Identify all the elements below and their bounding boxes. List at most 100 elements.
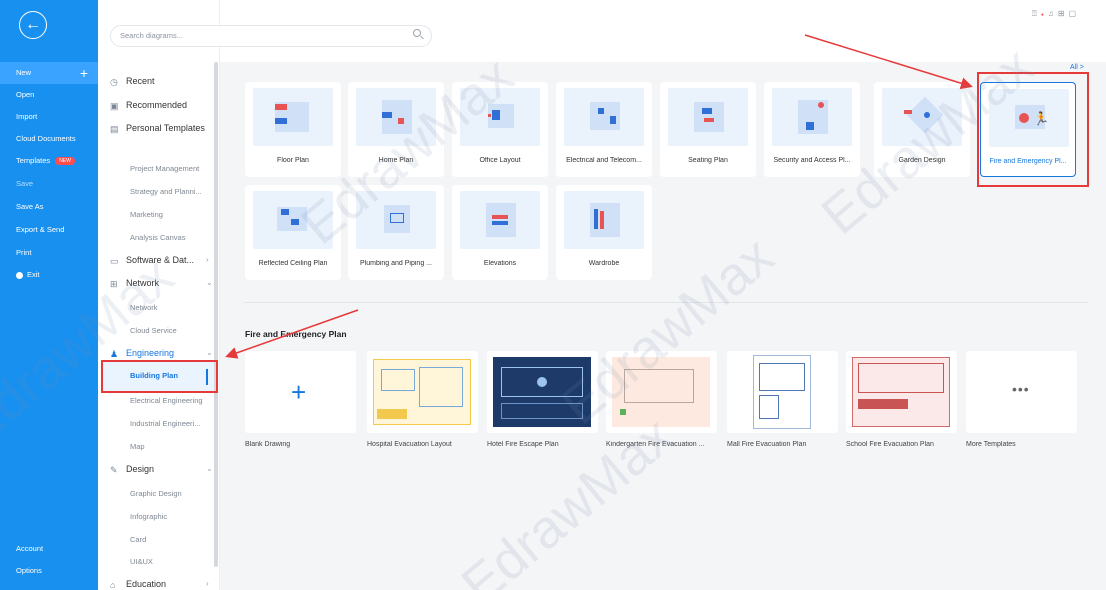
- template-card-label[interactable]: Hotel Fire Escape Plan: [487, 441, 598, 448]
- diagram-type-label: Seating Plan: [688, 157, 728, 164]
- template-card[interactable]: [487, 351, 598, 433]
- back-button[interactable]: ←: [19, 11, 47, 39]
- template-card-label[interactable]: School Fire Evacuation Plan: [846, 441, 957, 448]
- software-icon: ▭: [110, 256, 119, 266]
- bell-icon[interactable]: ♫: [1048, 9, 1058, 18]
- diagram-thumbnail: [356, 191, 436, 249]
- menu-save[interactable]: Save: [0, 173, 98, 195]
- menu-templates[interactable]: Templates NEW: [0, 150, 98, 172]
- chevron-down-icon: ⌄: [206, 348, 213, 357]
- menu-exit-label: Exit: [27, 270, 40, 279]
- menu-export-send[interactable]: Export & Send: [0, 219, 98, 241]
- diagram-type-tile[interactable]: Security and Access Pl...: [764, 82, 860, 177]
- app-window: ← New + Open Import Cloud Documents Templ…: [0, 0, 1106, 590]
- template-card-label[interactable]: Blank Drawing: [245, 441, 356, 448]
- search-icon[interactable]: [413, 29, 421, 37]
- menu-cloud-documents[interactable]: Cloud Documents: [0, 128, 98, 150]
- template-card[interactable]: [727, 351, 838, 433]
- cat-personal-templates[interactable]: ▤ Personal Templates: [110, 123, 205, 134]
- cat-software[interactable]: ▭ Software & Dat... ›: [110, 255, 209, 266]
- sub-uiux[interactable]: UI&UX: [130, 557, 153, 566]
- diagram-thumbnail: [253, 88, 333, 146]
- chevron-right-icon: ›: [206, 579, 209, 588]
- diagram-thumbnail: [564, 88, 644, 146]
- sub-graphic-design[interactable]: Graphic Design: [130, 489, 182, 498]
- help-icon[interactable]: ⍰: [1032, 9, 1041, 18]
- cat-network[interactable]: ⊞ Network ⌄: [110, 278, 213, 289]
- template-card-label[interactable]: Kindergarten Fire Evacuation ...: [606, 441, 717, 448]
- cat-personal-label: Personal Templates: [126, 123, 205, 133]
- diagram-type-tile[interactable]: Floor Plan: [245, 82, 341, 177]
- chevron-right-icon: ›: [206, 255, 209, 264]
- panel-scrollbar[interactable]: [214, 62, 218, 567]
- annotation-box-building-plan: [101, 360, 218, 393]
- apps-icon[interactable]: ⊞: [1058, 9, 1069, 18]
- sub-electrical-engineering[interactable]: Electrical Engineering: [130, 396, 203, 405]
- diagram-type-tile[interactable]: Wardrobe: [556, 185, 652, 280]
- diagram-type-tile[interactable]: Office Layout: [452, 82, 548, 177]
- all-templates-link[interactable]: All >: [1070, 64, 1084, 71]
- template-card[interactable]: [846, 351, 957, 433]
- template-card[interactable]: [606, 351, 717, 433]
- cat-recommended[interactable]: ▣ Recommended: [110, 100, 187, 111]
- sub-cloud-service[interactable]: Cloud Service: [130, 326, 177, 335]
- diagram-type-label: Wardrobe: [588, 260, 620, 267]
- search-input[interactable]: Search diagrams...: [110, 25, 432, 47]
- template-card-label[interactable]: Mall Fire Evacuation Plan: [727, 441, 838, 448]
- menu-open[interactable]: Open: [0, 84, 98, 106]
- diagram-thumbnail: [882, 88, 962, 146]
- menu-account[interactable]: Account: [0, 538, 98, 560]
- cat-engineering-label: Engineering: [126, 348, 175, 358]
- diagram-type-tile[interactable]: Garden Design: [874, 82, 970, 177]
- menu-print[interactable]: Print: [0, 242, 98, 264]
- category-panel: Search diagrams... ◷ Recent ▣ Recommended …: [98, 0, 432, 590]
- diagram-type-label: Elevations: [483, 260, 517, 267]
- sub-project-management[interactable]: Project Management: [130, 164, 199, 173]
- cat-design-label: Design: [126, 464, 155, 474]
- diagram-type-tile[interactable]: Elevations: [452, 185, 548, 280]
- cat-recent[interactable]: ◷ Recent: [110, 76, 155, 87]
- menu-new-label: New: [16, 68, 32, 77]
- template-card[interactable]: [367, 351, 478, 433]
- notification-dot: ●: [1040, 12, 1048, 18]
- cat-recent-label: Recent: [126, 76, 155, 86]
- clock-icon: ◷: [110, 77, 118, 87]
- diagram-thumbnail: [460, 88, 540, 146]
- template-card-label[interactable]: Hospital Evacuation Layout: [367, 441, 478, 448]
- cat-education[interactable]: ⌂ Education ›: [110, 579, 209, 590]
- menu-exit[interactable]: Exit: [0, 264, 98, 286]
- sub-card[interactable]: Card: [130, 535, 146, 544]
- diagram-thumbnail: [772, 88, 852, 146]
- template-card-label[interactable]: More Templates: [966, 441, 1077, 448]
- sub-analysis-canvas[interactable]: Analysis Canvas: [130, 233, 185, 242]
- menu-import[interactable]: Import: [0, 106, 98, 128]
- sub-industrial-engineering[interactable]: Industrial Engineeri...: [130, 419, 200, 428]
- diagram-type-tile[interactable]: Electrical and Telecom...: [556, 82, 652, 177]
- file-menu-sidebar: ← New + Open Import Cloud Documents Templ…: [0, 0, 98, 590]
- diagram-type-label: Reflected Ceiling Plan: [258, 260, 328, 267]
- menu-new[interactable]: New +: [0, 62, 98, 84]
- section-title: Fire and Emergency Plan: [245, 329, 347, 339]
- sub-infographic[interactable]: Infographic: [130, 512, 167, 521]
- menu-save-as[interactable]: Save As: [0, 196, 98, 218]
- more-icon: •••: [1012, 381, 1030, 397]
- diagram-type-tile[interactable]: Plumbing and Piping ...: [348, 185, 444, 280]
- sub-marketing[interactable]: Marketing: [130, 210, 163, 219]
- sub-network[interactable]: Network: [130, 303, 158, 312]
- cat-education-label: Education: [126, 579, 167, 589]
- diagram-type-tile[interactable]: Seating Plan: [660, 82, 756, 177]
- star-icon: ▣: [110, 101, 119, 111]
- cat-recommended-label: Recommended: [126, 100, 188, 110]
- diagram-thumbnail: [668, 88, 748, 146]
- cat-design[interactable]: ✎ Design ⌄: [110, 464, 213, 475]
- diagram-type-label: Garden Design: [898, 157, 946, 164]
- diagram-type-tile[interactable]: Reflected Ceiling Plan: [245, 185, 341, 280]
- diagram-type-tile[interactable]: Home Plan: [348, 82, 444, 177]
- more-templates-card[interactable]: •••: [966, 351, 1077, 433]
- blank-drawing-card[interactable]: +: [245, 351, 356, 433]
- cat-engineering[interactable]: ♟ Engineering ⌄: [110, 348, 213, 359]
- menu-options[interactable]: Options: [0, 560, 98, 582]
- sub-strategy[interactable]: Strategy and Planni...: [130, 187, 202, 196]
- sub-map[interactable]: Map: [130, 442, 145, 451]
- user-icon[interactable]: ▢: [1069, 9, 1081, 18]
